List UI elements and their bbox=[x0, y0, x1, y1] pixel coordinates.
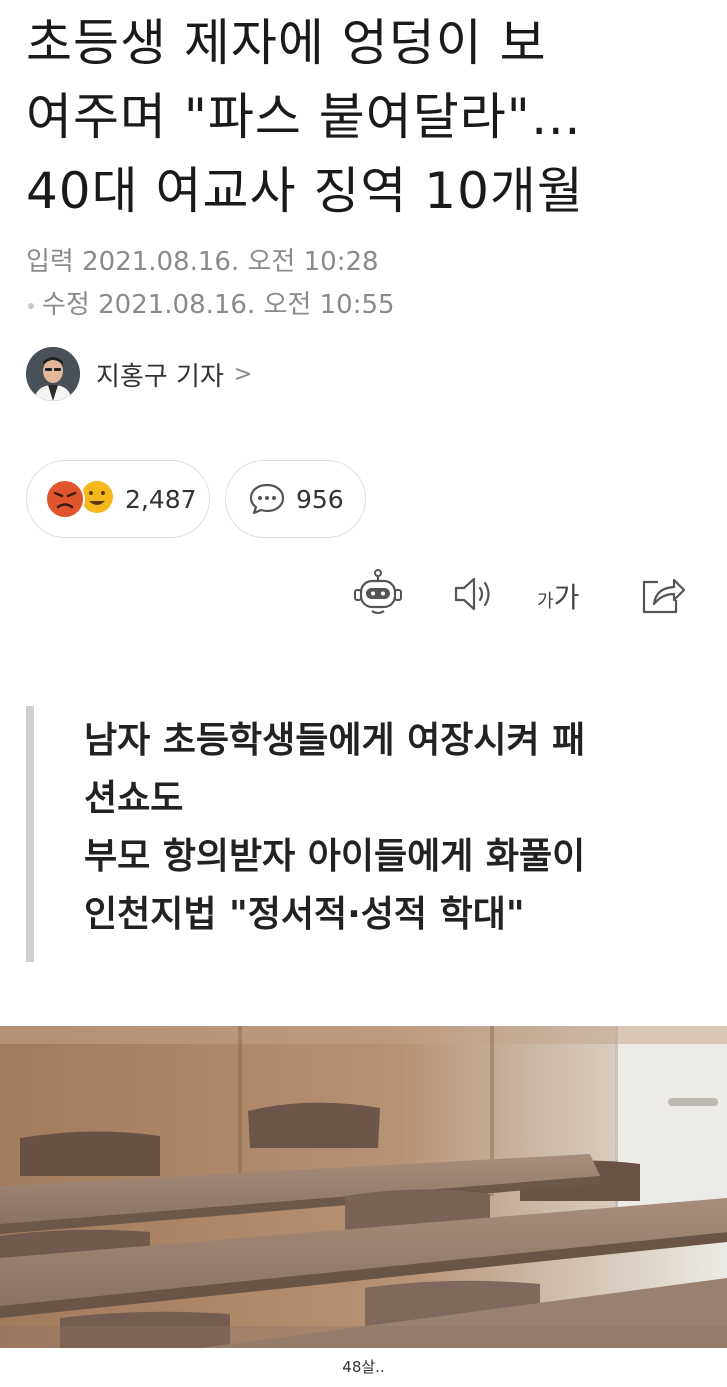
photo-caption: 48살.. bbox=[342, 1358, 385, 1376]
article-headline: 초등생 제자에 엉덩이 보 여주며 "파스 붙여달라"… 40대 여교사 징역 … bbox=[26, 6, 706, 228]
reporter-avatar bbox=[26, 347, 80, 401]
summary-line: 션쇼도 bbox=[84, 778, 184, 819]
summary-line: 인천지법 "정서적·성적 학대" bbox=[84, 894, 525, 935]
text-size-icon[interactable]: 가가 bbox=[537, 576, 579, 616]
speech-bubble-icon bbox=[249, 483, 285, 515]
headline-line-1: 초등생 제자에 엉덩이 보 bbox=[26, 14, 547, 72]
headline-line-2: 여주며 "파스 붙여달라"… bbox=[26, 88, 582, 146]
speaker-icon[interactable] bbox=[450, 568, 496, 620]
reactions-button[interactable]: 2,487 bbox=[26, 460, 210, 538]
headline-line-3: 40대 여교사 징역 10개월 bbox=[26, 162, 584, 220]
text-size-big-label: 가 bbox=[553, 581, 580, 614]
edit-timestamp: 수정 2021.08.16. 오전 10:55 bbox=[42, 290, 395, 320]
article-summary: 남자 초등학생들에게 여장시켜 패 션쇼도 부모 항의받자 아이들에게 화풀이 … bbox=[26, 706, 676, 962]
reporter-link[interactable]: 지홍구 기자 > bbox=[26, 346, 252, 402]
summary-line: 부모 항의받자 아이들에게 화풀이 bbox=[84, 836, 586, 877]
comments-button[interactable]: 956 bbox=[225, 460, 366, 538]
chevron-right-icon: > bbox=[233, 361, 253, 387]
article-photo-classroom bbox=[0, 1026, 727, 1348]
bullet-dot bbox=[28, 302, 34, 309]
edit-timestamp-row: 수정 2021.08.16. 오전 10:55 bbox=[26, 284, 395, 321]
share-icon[interactable] bbox=[638, 568, 688, 620]
comments-count: 956 bbox=[296, 484, 344, 514]
input-timestamp: 입력 2021.08.16. 오전 10:28 bbox=[26, 247, 379, 277]
reaction-faces-icon bbox=[45, 479, 113, 519]
robot-summary-icon[interactable] bbox=[352, 568, 404, 620]
reactions-count: 2,487 bbox=[125, 484, 197, 514]
article-toolbar: 가가 bbox=[0, 568, 727, 628]
reporter-name: 지홍구 기자 bbox=[96, 361, 224, 392]
summary-line: 남자 초등학생들에게 여장시켜 패 bbox=[84, 720, 586, 761]
text-size-small-label: 가 bbox=[537, 591, 554, 612]
